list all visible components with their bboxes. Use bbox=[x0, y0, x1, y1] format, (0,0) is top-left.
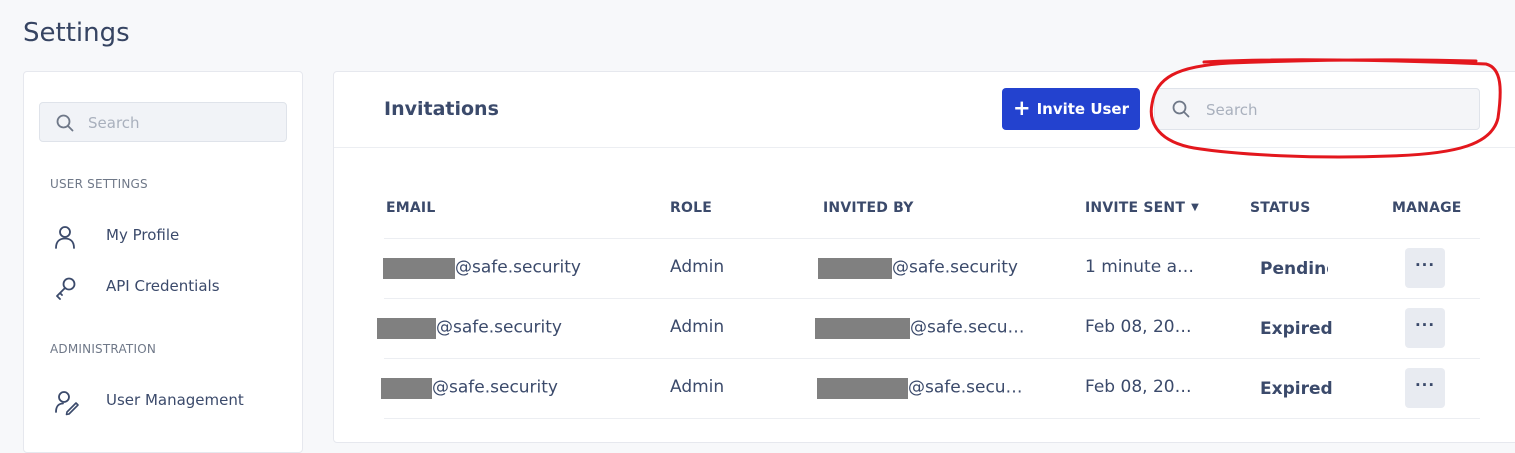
column-header-email[interactable]: EMAIL bbox=[386, 200, 435, 216]
sidebar-item-my-profile[interactable]: My Profile bbox=[42, 218, 282, 254]
redaction-block bbox=[377, 318, 436, 339]
redaction-block bbox=[383, 258, 455, 279]
section-label-user-settings: USER SETTINGS bbox=[50, 177, 148, 191]
sidebar-item-user-management[interactable]: User Management bbox=[42, 383, 282, 419]
column-header-role[interactable]: ROLE bbox=[670, 200, 712, 216]
row-divider bbox=[384, 238, 1480, 239]
row-divider bbox=[384, 418, 1480, 419]
cell-invite-sent: 1 minute a… bbox=[1085, 257, 1194, 277]
cell-invite-sent: Feb 08, 20… bbox=[1085, 317, 1192, 337]
key-icon bbox=[54, 276, 78, 304]
cell-role: Admin bbox=[670, 317, 725, 337]
cell-role: Admin bbox=[670, 257, 725, 277]
row-divider bbox=[384, 358, 1480, 359]
redaction-block bbox=[817, 378, 908, 399]
column-header-manage: MANAGE bbox=[1392, 200, 1462, 216]
sidebar-item-api-credentials[interactable]: API Credentials bbox=[42, 269, 282, 305]
cell-email: @safe.security bbox=[381, 377, 558, 399]
sort-desc-icon: ▼ bbox=[1191, 202, 1199, 213]
sidebar-item-label: User Management bbox=[106, 391, 244, 409]
redaction-block bbox=[815, 318, 910, 339]
cell-role: Admin bbox=[670, 377, 725, 397]
cell-invited-by: @safe.secu… bbox=[817, 377, 1023, 399]
more-icon: ··· bbox=[1414, 316, 1436, 334]
panel-title: Invitations bbox=[384, 98, 499, 120]
cell-invited-by: @safe.secu… bbox=[815, 317, 1025, 339]
cell-email: @safe.security bbox=[383, 257, 581, 279]
annotation-circle bbox=[1149, 58, 1502, 159]
row-divider bbox=[384, 298, 1480, 299]
manage-menu-button[interactable]: ··· bbox=[1405, 248, 1445, 288]
redaction-block bbox=[381, 378, 432, 399]
invite-user-button[interactable]: + Invite User bbox=[1002, 88, 1140, 130]
status-badge: Pending bbox=[1260, 259, 1328, 279]
cell-invite-sent: Feb 08, 20… bbox=[1085, 377, 1192, 397]
settings-sidebar: USER SETTINGS My Profile API Credentials… bbox=[23, 71, 303, 453]
column-header-label: INVITE SENT bbox=[1085, 200, 1186, 216]
sidebar-search-input[interactable] bbox=[88, 112, 268, 134]
manage-menu-button[interactable]: ··· bbox=[1405, 308, 1445, 348]
sidebar-item-label: My Profile bbox=[106, 226, 180, 244]
section-label-administration: ADMINISTRATION bbox=[50, 342, 157, 356]
invite-user-label: Invite User bbox=[1036, 100, 1130, 118]
status-badge: Expired bbox=[1260, 379, 1333, 399]
user-edit-icon bbox=[54, 390, 80, 420]
more-icon: ··· bbox=[1414, 376, 1436, 394]
search-icon bbox=[56, 114, 74, 136]
sidebar-search[interactable] bbox=[39, 102, 287, 142]
more-icon: ··· bbox=[1414, 256, 1436, 274]
page-title: Settings bbox=[23, 18, 130, 48]
cell-email: @safe.security bbox=[377, 317, 562, 339]
cell-invited-by: @safe.security bbox=[818, 257, 1018, 279]
redaction-block bbox=[818, 258, 892, 279]
column-header-invite-sent[interactable]: INVITE SENT ▼ bbox=[1085, 200, 1199, 216]
user-icon bbox=[54, 225, 76, 253]
plus-icon: + bbox=[1012, 96, 1031, 120]
status-badge: Expired bbox=[1260, 319, 1333, 339]
manage-menu-button[interactable]: ··· bbox=[1405, 368, 1445, 408]
column-header-status[interactable]: STATUS bbox=[1250, 200, 1311, 216]
sidebar-item-label: API Credentials bbox=[106, 277, 220, 295]
column-header-invited-by[interactable]: INVITED BY bbox=[823, 200, 914, 216]
